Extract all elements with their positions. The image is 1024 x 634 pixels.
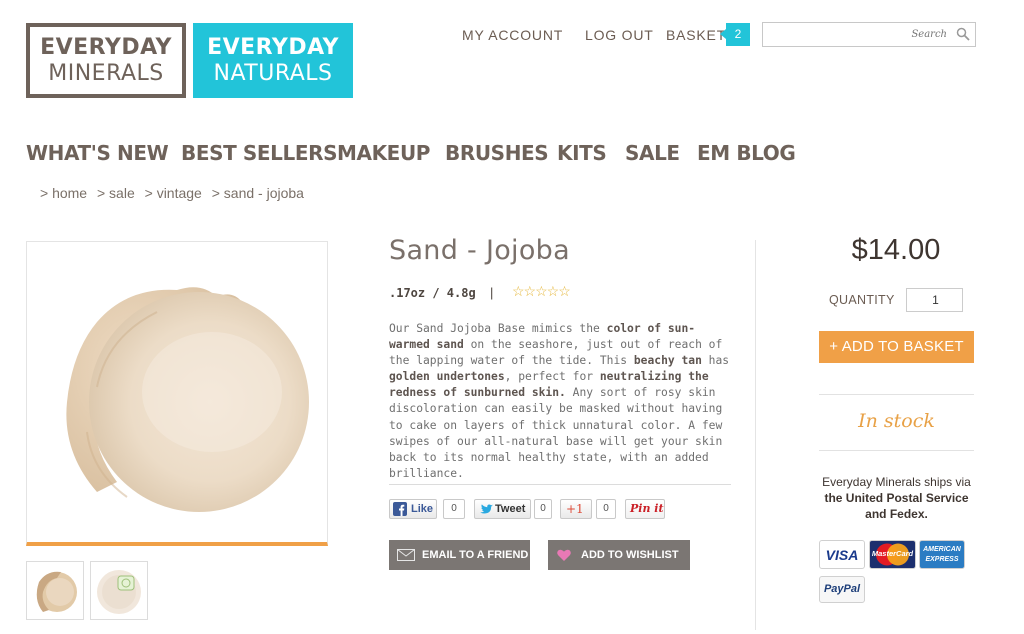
description-highlight: golden undertones bbox=[389, 370, 505, 384]
breadcrumb: > home > sale > vintage > sand - jojoba bbox=[40, 185, 310, 201]
rating-stars[interactable]: ☆☆☆☆☆ bbox=[512, 283, 571, 300]
search-box bbox=[762, 22, 976, 47]
mastercard-label: MasterCard bbox=[871, 549, 914, 558]
email-to-friend-button[interactable]: EMAIL TO A FRIEND bbox=[389, 540, 530, 570]
powder-image bbox=[66, 287, 309, 512]
everyday-naturals-logo[interactable]: EVERYDAY NATURALS bbox=[193, 23, 353, 98]
size-rating-separator: | bbox=[490, 285, 494, 300]
shipping-line-1: Everyday Minerals ships via bbox=[822, 475, 971, 489]
description-text: has bbox=[701, 354, 730, 368]
thumbnail-powder-image bbox=[36, 571, 77, 612]
description-highlight: beachy tan bbox=[633, 354, 702, 368]
add-to-wishlist-label: ADD TO WISHLIST bbox=[581, 549, 679, 561]
facebook-like-button[interactable]: Like bbox=[389, 499, 437, 519]
google-plus-count: 0 bbox=[596, 499, 616, 519]
description-text: , perfect for bbox=[504, 370, 600, 384]
quantity-label: QUANTITY bbox=[829, 293, 895, 307]
paypal-logo: PayPal bbox=[819, 576, 865, 603]
logo-em-line2: MINERALS bbox=[48, 61, 164, 86]
thumbnail-2[interactable] bbox=[90, 561, 148, 620]
my-account-link[interactable]: MY ACCOUNT bbox=[462, 27, 563, 43]
amex-line-2: EXPRESS bbox=[925, 556, 959, 563]
add-to-wishlist-button[interactable]: ADD TO WISHLIST bbox=[548, 540, 690, 570]
visa-card-logo: VISA bbox=[819, 540, 865, 569]
logo-em-line1: EVERYDAY bbox=[40, 35, 172, 60]
nav-em-blog[interactable]: EM BLOG bbox=[697, 141, 796, 165]
shipping-line-2: the United Postal Service bbox=[824, 491, 969, 505]
shipping-line-3: and Fedex. bbox=[865, 507, 928, 521]
pinterest-pin-button[interactable]: Pin it bbox=[625, 499, 665, 519]
shipping-info: Everyday Minerals ships via the United P… bbox=[819, 474, 974, 522]
description-text: Our Sand Jojoba Base mimics the bbox=[389, 322, 607, 335]
everyday-minerals-logo[interactable]: EVERYDAY MINERALS bbox=[26, 23, 186, 98]
heart-icon bbox=[557, 549, 571, 561]
nav-sale[interactable]: SALE bbox=[625, 141, 680, 165]
product-description: Our Sand Jojoba Base mimics the color of… bbox=[389, 321, 734, 482]
like-label: Like bbox=[411, 503, 434, 515]
quantity-input[interactable] bbox=[906, 288, 963, 312]
product-title: Sand - Jojoba bbox=[389, 235, 570, 266]
google-plus-button[interactable]: +1 bbox=[560, 499, 592, 519]
logo-en-line2: NATURALS bbox=[213, 61, 333, 86]
breadcrumb-sale[interactable]: > sale bbox=[97, 185, 135, 201]
facebook-icon bbox=[393, 502, 407, 516]
breadcrumb-home[interactable]: > home bbox=[40, 185, 87, 201]
visa-label: VISA bbox=[825, 547, 859, 563]
add-to-basket-button[interactable]: + ADD TO BASKET bbox=[819, 331, 974, 363]
google-plus-label: +1 bbox=[566, 502, 584, 516]
product-size: .17oz / 4.8g bbox=[389, 286, 476, 300]
amex-card-logo: AMERICAN EXPRESS bbox=[919, 540, 965, 569]
thumbnail-jar-image bbox=[97, 570, 141, 614]
basket-count-badge[interactable]: 2 bbox=[720, 23, 750, 46]
tweet-count: 0 bbox=[534, 499, 552, 519]
search-input[interactable] bbox=[767, 25, 947, 44]
stock-status: In stock bbox=[858, 410, 935, 432]
like-count: 0 bbox=[443, 499, 465, 519]
paypal-label: PayPal bbox=[823, 583, 861, 595]
product-price: $14.00 bbox=[851, 234, 941, 266]
tweet-label: Tweet bbox=[495, 503, 526, 515]
log-out-link[interactable]: LOG OUT bbox=[585, 27, 654, 43]
divider bbox=[819, 450, 974, 451]
nav-brushes[interactable]: BRUSHES bbox=[445, 141, 549, 165]
nav-best-sellers[interactable]: BEST SELLERS bbox=[181, 141, 338, 165]
breadcrumb-current: > sand - jojoba bbox=[211, 185, 304, 201]
vertical-divider bbox=[755, 240, 756, 630]
logo-en-line1: EVERYDAY bbox=[207, 35, 339, 60]
twitter-icon bbox=[480, 504, 493, 514]
divider bbox=[389, 484, 731, 485]
divider bbox=[819, 394, 974, 395]
pinit-label: Pin it bbox=[630, 502, 664, 515]
tweet-button[interactable]: Tweet bbox=[474, 499, 531, 519]
thumbnail-1[interactable] bbox=[26, 561, 84, 620]
nav-makeup[interactable]: MAKEUP bbox=[337, 141, 430, 165]
envelope-icon bbox=[397, 549, 415, 561]
breadcrumb-vintage[interactable]: > vintage bbox=[145, 185, 202, 201]
amex-line-1: AMERICAN bbox=[923, 546, 961, 553]
nav-kits[interactable]: KITS bbox=[557, 141, 607, 165]
mastercard-logo: MasterCard bbox=[869, 540, 916, 569]
search-icon[interactable] bbox=[956, 27, 970, 41]
description-text: Any sort of rosy skin discoloration can … bbox=[389, 386, 723, 480]
nav-whats-new[interactable]: WHAT'S NEW bbox=[26, 141, 169, 165]
product-main-image[interactable] bbox=[26, 241, 328, 546]
basket-link[interactable]: BASKET bbox=[666, 27, 726, 43]
email-to-friend-label: EMAIL TO A FRIEND bbox=[422, 549, 529, 561]
